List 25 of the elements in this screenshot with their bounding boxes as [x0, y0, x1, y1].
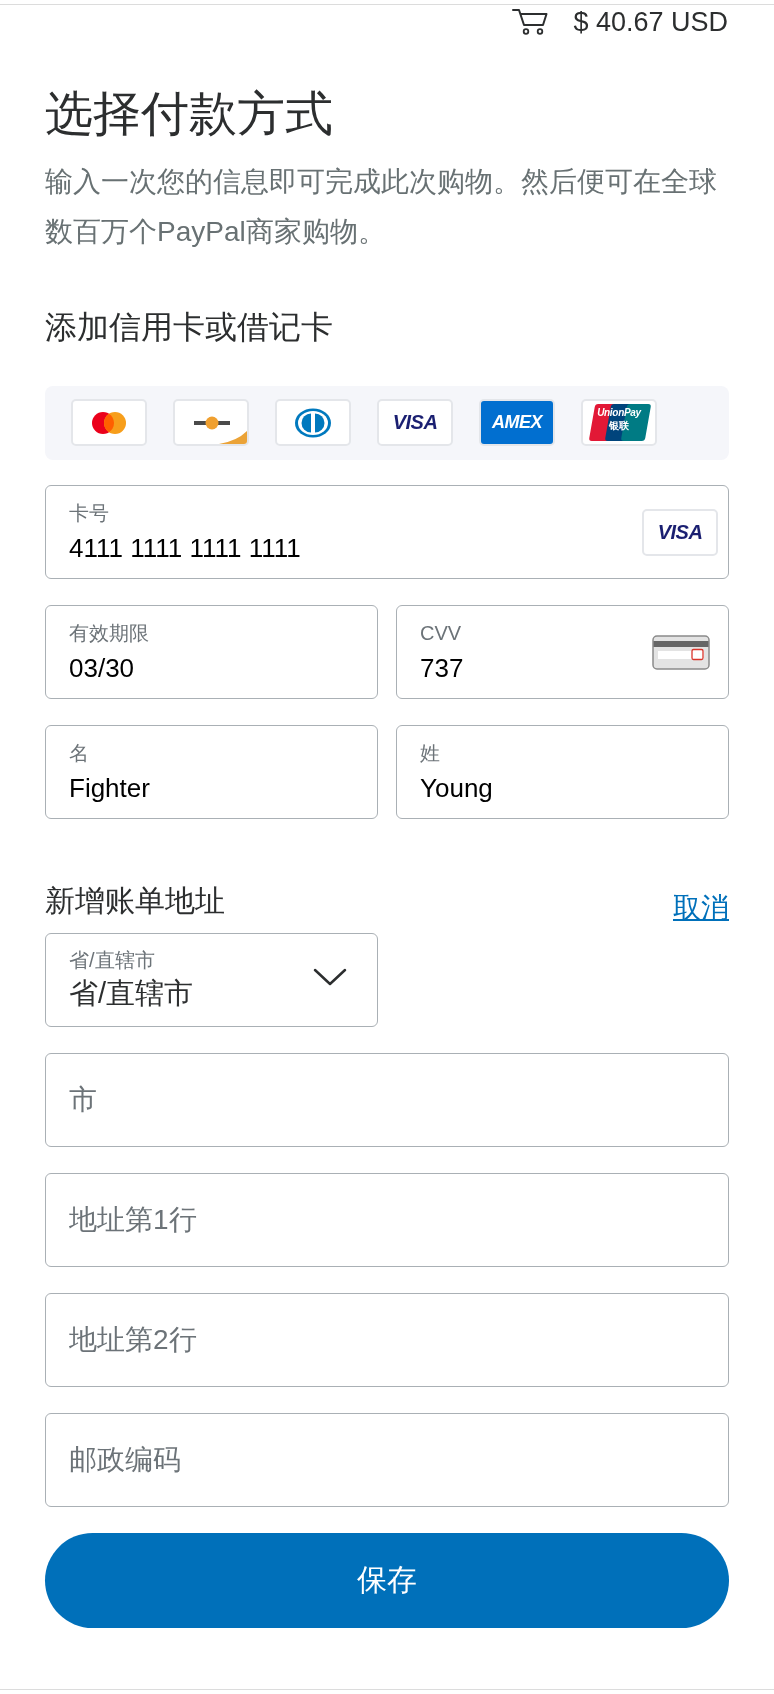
city-field[interactable]: 市	[45, 1053, 729, 1147]
cvv-field[interactable]: CVV 737	[396, 605, 729, 699]
province-dropdown[interactable]: 省/直辖市 省/直辖市	[45, 933, 378, 1027]
address-line-field[interactable]: 地址第2行	[45, 1293, 729, 1387]
card-logo: AMEX	[479, 399, 555, 446]
cancel-link[interactable]: 取消	[673, 891, 729, 925]
expiry-date-field[interactable]: 有效期限 03/30	[45, 605, 378, 699]
section-heading: 新增账单地址	[45, 883, 225, 919]
order-total: $ 40.67 USD	[573, 6, 728, 39]
description-text: 输入一次您的信息即可完成此次购物。然后便可在全球数百万个PayPal商家购物。	[45, 165, 718, 249]
address-line-field[interactable]: 地址第1行	[45, 1173, 729, 1267]
section-heading: 添加信用卡或借记卡	[45, 308, 334, 347]
card-back-icon	[652, 634, 710, 670]
card-logo: VISA	[642, 508, 718, 556]
save-button[interactable]: 保存	[45, 1533, 729, 1628]
card-number-field[interactable]: 卡号 4111 1111 1111 1111 VISA	[45, 485, 729, 579]
cart-icon	[512, 7, 549, 35]
page-title: 选择付款方式	[45, 86, 334, 142]
card-logo: VISA	[377, 399, 453, 446]
postal-code-field[interactable]: 邮政编码	[45, 1413, 729, 1507]
first-name-field[interactable]: 名 Fighter	[45, 725, 378, 819]
last-name-field[interactable]: 姓 Young	[396, 725, 729, 819]
chevron-down-icon	[313, 968, 347, 986]
circle-logo-icon	[275, 399, 351, 446]
overlapping-circles-icon	[71, 399, 147, 446]
